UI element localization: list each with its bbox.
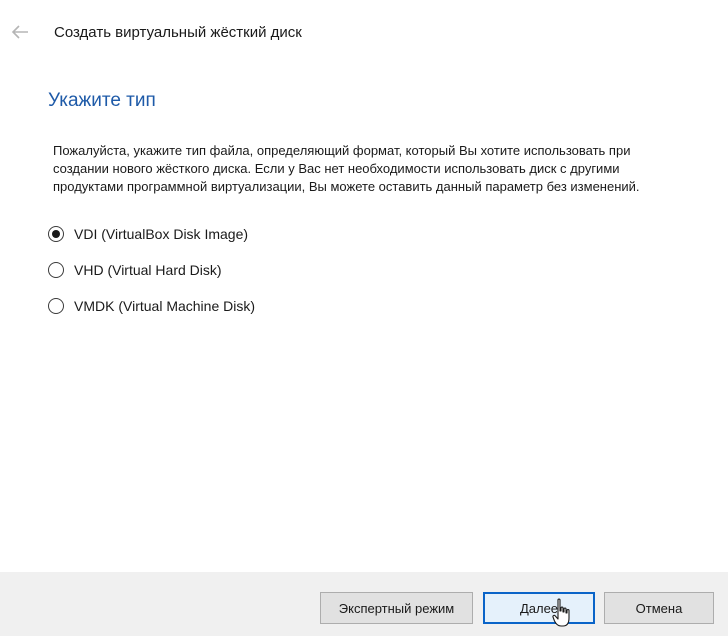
disk-type-options: VDI (VirtualBox Disk Image) VHD (Virtual… (48, 216, 688, 324)
description-text: Пожалуйста, укажите тип файла, определяю… (53, 143, 640, 194)
next-button[interactable]: Далее (483, 592, 595, 624)
option-label-vhd: VHD (Virtual Hard Disk) (74, 262, 222, 278)
radio-vdi[interactable] (48, 226, 64, 242)
option-label-vdi: VDI (VirtualBox Disk Image) (74, 226, 249, 242)
radio-vhd[interactable] (48, 262, 64, 278)
create-virtual-disk-dialog: Создать виртуальный жёсткий диск Укажите… (0, 0, 728, 636)
option-label-vmdk: VMDK (Virtual Machine Disk) (74, 298, 256, 314)
section-title: Укажите тип (48, 90, 156, 111)
option-vhd[interactable]: VHD (Virtual Hard Disk) (48, 252, 688, 288)
option-vmdk[interactable]: VMDK (Virtual Machine Disk) (48, 288, 688, 324)
window-title: Создать виртуальный жёсткий диск (54, 24, 302, 41)
dialog-header: Создать виртуальный жёсткий диск (0, 0, 728, 64)
back-button[interactable] (6, 18, 34, 46)
radio-dot (52, 230, 60, 238)
option-vdi[interactable]: VDI (VirtualBox Disk Image) (48, 216, 688, 252)
arrow-left-icon (11, 25, 28, 39)
radio-vmdk[interactable] (48, 298, 64, 314)
dialog-content: Укажите тип Пожалуйста, укажите тип файл… (48, 90, 688, 324)
cancel-button[interactable]: Отмена (604, 592, 714, 624)
dialog-footer: Экспертный режим Далее Отмена (0, 572, 728, 636)
expert-mode-button[interactable]: Экспертный режим (320, 592, 473, 624)
